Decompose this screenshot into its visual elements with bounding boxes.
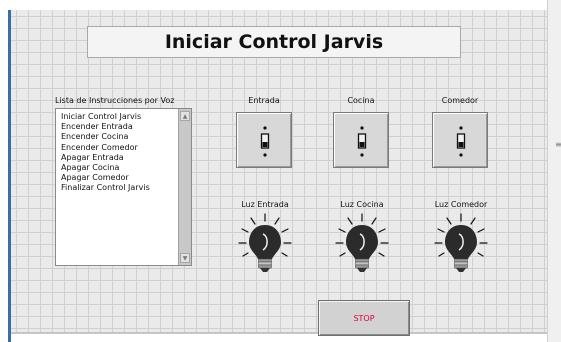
list-item[interactable]: Encender Entrada — [61, 122, 150, 132]
light-bulb-icon — [434, 213, 488, 272]
light-bulb-icon — [335, 213, 389, 272]
instructions-list-items: Iniciar Control Jarvis Encender Entrada … — [61, 112, 150, 194]
switch-cocina-label: Cocina — [347, 96, 375, 105]
list-item[interactable]: Encender Comedor — [61, 143, 150, 153]
scroll-up-arrow-icon[interactable]: ▲ — [180, 111, 190, 121]
window-left-margin — [0, 0, 8, 342]
vi-front-panel-window: Iniciar Control Jarvis Lista de Instrucc… — [0, 0, 561, 342]
toggle-switch-icon — [260, 126, 270, 157]
list-item[interactable]: Apagar Comedor — [61, 173, 150, 183]
switch-comedor-label: Comedor — [441, 96, 479, 105]
instructions-list-label: Lista de Instrucciones por Voz — [55, 96, 175, 105]
toggle-switch-icon — [456, 126, 466, 157]
stop-button[interactable]: STOP — [318, 300, 410, 336]
list-item[interactable]: Apagar Cocina — [61, 163, 150, 173]
light-cocina-label: Luz Cocina — [340, 200, 384, 209]
list-item[interactable]: Finalizar Control Jarvis — [61, 183, 150, 193]
list-item[interactable]: Apagar Entrada — [61, 153, 150, 163]
switch-cocina[interactable] — [333, 112, 389, 168]
toggle-switch-icon — [357, 126, 367, 157]
switch-entrada[interactable] — [236, 112, 292, 168]
switch-entrada-label: Entrada — [248, 96, 280, 105]
instructions-listbox[interactable]: Iniciar Control Jarvis Encender Entrada … — [55, 108, 192, 266]
scroll-down-arrow-icon[interactable]: ▼ — [180, 253, 190, 263]
light-entrada-label: Luz Entrada — [241, 200, 289, 209]
list-item[interactable]: Iniciar Control Jarvis — [61, 112, 150, 122]
switch-comedor[interactable] — [432, 112, 488, 168]
light-comedor-label: Luz Comedor — [434, 200, 488, 209]
listbox-scrollbar[interactable]: ▲ ▼ — [178, 109, 191, 265]
list-item[interactable]: Encender Cocina — [61, 132, 150, 142]
light-bulb-icon — [238, 213, 292, 272]
page-title: Iniciar Control Jarvis — [87, 26, 461, 58]
splitter-grip-icon[interactable]: ≡ — [555, 140, 561, 149]
window-right-edge — [547, 0, 561, 342]
